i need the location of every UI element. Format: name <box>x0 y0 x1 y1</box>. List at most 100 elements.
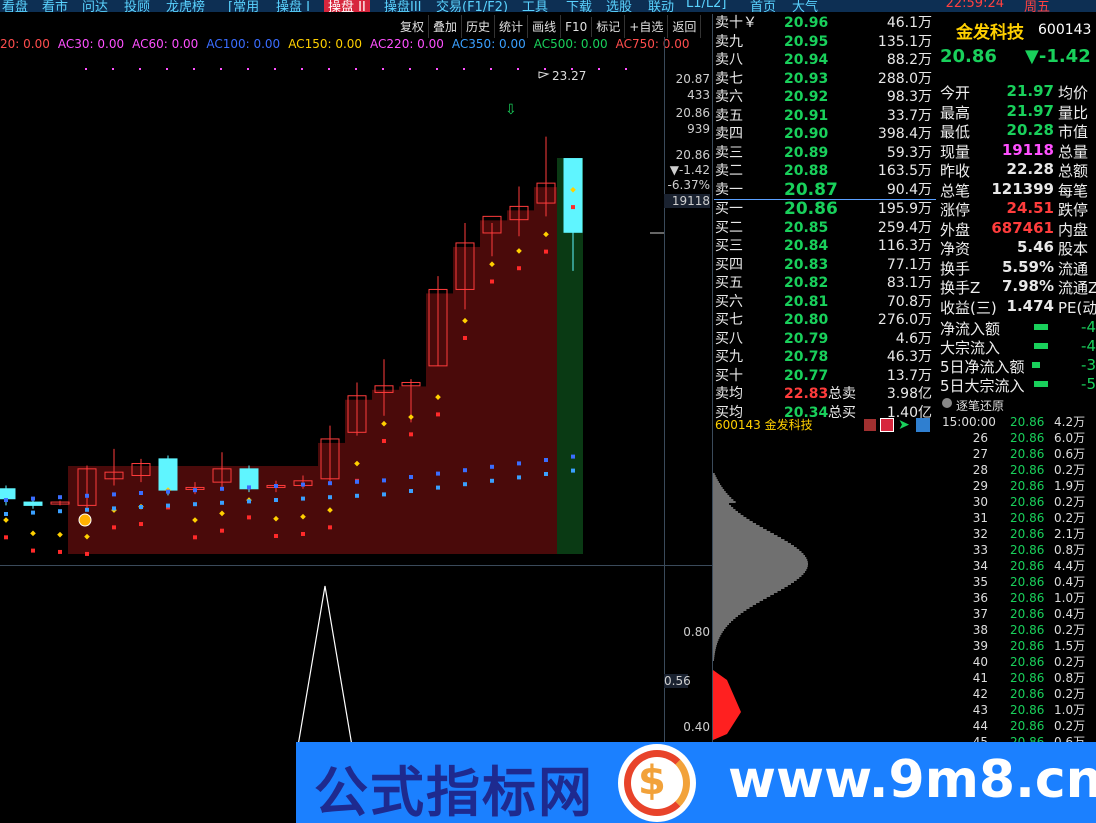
asks-row-2[interactable]: 卖八 20.94 88.2万 <box>714 51 936 70</box>
bids-row-5[interactable]: 买六 20.81 70.8万 <box>714 293 936 312</box>
sub-indicator-chart[interactable] <box>0 566 712 746</box>
arrow-icon[interactable]: ➤ <box>898 418 910 432</box>
asks-row-5[interactable]: 卖五 20.91 33.7万 <box>714 107 936 126</box>
menu-item-1[interactable]: 看市 <box>42 0 68 12</box>
menu-item-4[interactable]: 龙虎榜 <box>166 0 205 12</box>
info-value: 22.28 <box>1006 160 1054 178</box>
bids-label: 买五 <box>715 275 743 291</box>
menu-item-8[interactable]: 操盘III <box>384 0 422 12</box>
bids-price: 20.78 <box>784 349 829 365</box>
bids-row-7[interactable]: 买八 20.79 4.6万 <box>714 330 936 349</box>
asks-row-7[interactable]: 卖三 20.89 59.3万 <box>714 144 936 163</box>
menu-item-11[interactable]: 下载 <box>566 0 592 12</box>
bids-label: 买一 <box>715 201 743 217</box>
ma-dot-red-14 <box>382 438 386 443</box>
toolbar-button-5[interactable]: F10 <box>561 17 593 37</box>
toolbar-button-7[interactable]: +自选 <box>625 15 669 38</box>
tick-time: 27 <box>972 447 988 461</box>
tick-row-12: 37 20.86 0.4万 <box>938 606 1096 622</box>
tick-time: 36 <box>972 591 988 605</box>
ma-dot-red-3 <box>85 551 89 556</box>
asks-price: 20.91 <box>784 107 829 124</box>
menu-item-10[interactable]: 工具 <box>522 0 548 12</box>
menu-item-3[interactable]: 投顾 <box>124 0 150 12</box>
asks-price: 20.88 <box>784 163 829 179</box>
toolbar-button-3[interactable]: 统计 <box>495 15 529 38</box>
asks-label: 卖十￥ <box>715 15 757 31</box>
bids-row-8[interactable]: 买九 20.78 46.3万 <box>714 348 936 367</box>
tick-list-header[interactable]: 逐笔还原 <box>938 396 1096 414</box>
info-label: 外盘 <box>940 220 971 239</box>
menu-item-16[interactable]: 大气 <box>792 0 818 12</box>
bids-volume: 70.8万 <box>886 293 932 310</box>
ma-dot-lightblue-18 <box>490 478 494 483</box>
play-icon[interactable] <box>880 418 894 432</box>
bids-row-1[interactable]: 买二 20.85 259.4万 <box>714 219 936 238</box>
ma-dot-red-9 <box>247 515 251 520</box>
bids-row-0[interactable]: 买一 20.86 195.9万 <box>714 200 936 219</box>
tick-volume: 0.2万 <box>1054 463 1086 477</box>
candlestick-chart[interactable]: 23.27 ⇩ <box>0 50 664 565</box>
tick-price: 20.86 <box>1010 415 1045 429</box>
tick-price: 20.86 <box>1010 639 1045 653</box>
menu-item-9[interactable]: 交易(F1/F2) <box>436 0 508 12</box>
bids-volume: 116.3万 <box>877 238 932 254</box>
bids-row-4[interactable]: 买五 20.82 83.1万 <box>714 274 936 293</box>
toolbar-button-8[interactable]: 返回 <box>668 15 702 38</box>
asks-row-0[interactable]: 卖十￥ 20.96 46.1万 <box>714 14 936 33</box>
toolbar-button-6[interactable]: 标记 <box>592 15 626 38</box>
asks-row-9[interactable]: 卖一 20.87 90.4万 <box>714 181 936 200</box>
bids-row-9[interactable]: 买十 20.77 13.7万 <box>714 367 936 386</box>
menu-item-2[interactable]: 问达 <box>82 0 108 12</box>
indicator-3: AC100: 0.00 <box>206 37 281 51</box>
bar-chart-icon[interactable] <box>864 419 876 431</box>
tick-time: 37 <box>972 607 988 621</box>
top-marker-1 <box>112 68 114 70</box>
tick-price: 20.86 <box>1010 463 1045 477</box>
asks-row-3[interactable]: 卖七 20.93 288.0万 <box>714 70 936 89</box>
grid-icon[interactable] <box>916 418 930 432</box>
info-right-label: 量比 <box>1058 103 1089 122</box>
tick-volume: 1.0万 <box>1054 591 1086 605</box>
current-price: 20.86 <box>940 46 997 67</box>
toolbar-button-2[interactable]: 历史 <box>462 15 496 38</box>
tick-price: 20.86 <box>1010 575 1045 589</box>
menu-item-5[interactable]: [常用 <box>228 0 259 12</box>
menu-item-0[interactable]: 看盘 <box>2 0 28 12</box>
tick-row-5: 30 20.86 0.2万 <box>938 494 1096 510</box>
toolbar-button-0[interactable]: 复权 <box>396 15 430 38</box>
menu-item-7[interactable]: 操盘 II <box>324 0 370 12</box>
summary-volume: 3.98亿 <box>886 386 932 402</box>
ma-dot-lightblue-15 <box>409 489 413 493</box>
tick-row-0: 15:00:00 20.86 4.2万 <box>938 414 1096 430</box>
info-row-6: 涨停 24.51 跌停 <box>938 199 1096 219</box>
menu-item-12[interactable]: 选股 <box>606 0 632 12</box>
top-marker-3 <box>166 68 168 70</box>
asks-price: 20.94 <box>784 52 829 68</box>
menu-item-15[interactable]: 首页 <box>750 0 776 12</box>
bids-row-3[interactable]: 买四 20.83 77.1万 <box>714 256 936 275</box>
info-value: 21.97 <box>1006 101 1054 120</box>
asks-row-4[interactable]: 卖六 20.92 98.3万 <box>714 88 936 107</box>
tick-time: 43 <box>972 703 988 717</box>
menu-item-13[interactable]: 联动 <box>648 0 674 12</box>
asks-row-6[interactable]: 卖四 20.90 398.4万 <box>714 125 936 144</box>
asks-row-8[interactable]: 卖二 20.88 163.5万 <box>714 162 936 181</box>
menu-item-6[interactable]: 操盘 I <box>276 0 310 12</box>
bids-volume: 83.1万 <box>886 275 932 291</box>
bids-row-2[interactable]: 买三 20.84 116.3万 <box>714 237 936 256</box>
shade-18 <box>480 220 507 554</box>
bids-row-6[interactable]: 买七 20.80 276.0万 <box>714 311 936 330</box>
toolbar-button-4[interactable]: 画线 <box>528 15 562 38</box>
shade-15 <box>399 386 426 554</box>
menu-item-14[interactable]: L1/L2] <box>686 0 726 11</box>
toolbar-button-1[interactable]: 叠加 <box>429 15 463 38</box>
ma-dot-blue-0 <box>4 498 8 502</box>
ma-dot-blue-11 <box>301 482 305 487</box>
top-marker-5 <box>220 68 222 70</box>
asks-row-1[interactable]: 卖九 20.95 135.1万 <box>714 33 936 52</box>
collapse-icon[interactable] <box>942 398 952 408</box>
tick-time: 31 <box>972 511 988 525</box>
bids-label: 买二 <box>715 219 743 236</box>
ma-dot-blue-5 <box>139 491 143 495</box>
